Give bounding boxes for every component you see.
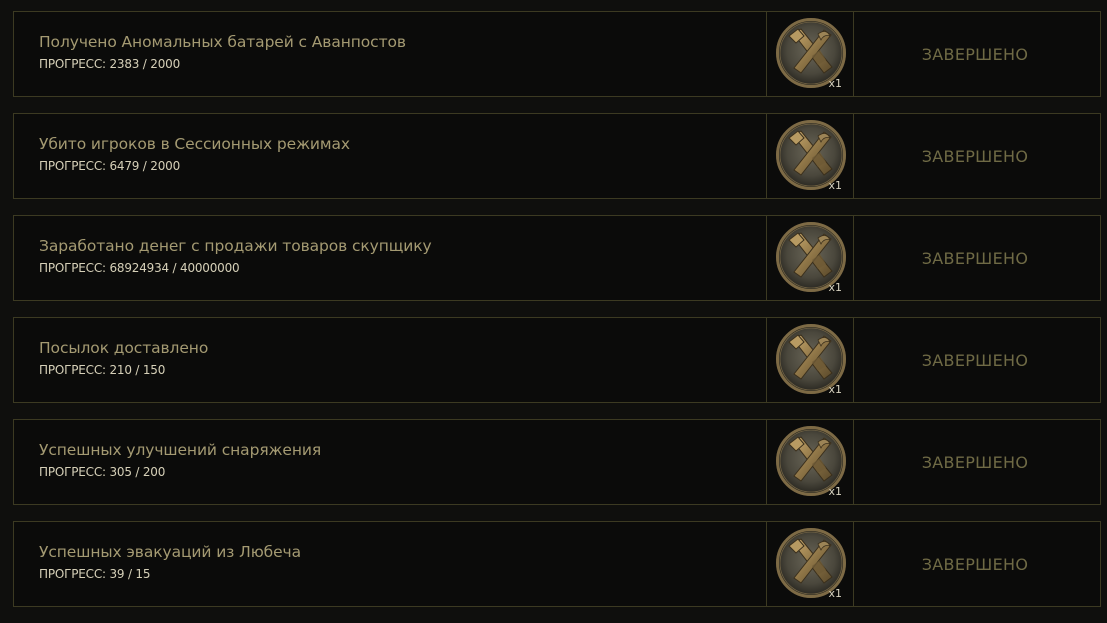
reward-slot[interactable]: x1 (767, 216, 854, 300)
reward-slot[interactable]: x1 (767, 318, 854, 402)
achievement-info: Посылок доставлено ПРОГРЕСС: 210 / 150 (14, 318, 767, 402)
achievement-progress: ПРОГРЕСС: 6479 / 2000 (39, 159, 181, 173)
achievement-row-1: Получено Аномальных батарей с Аванпостов… (13, 11, 1101, 97)
reward-quantity: x1 (828, 77, 842, 90)
achievement-progress: ПРОГРЕСС: 210 / 150 (39, 363, 166, 377)
reward-quantity: x1 (828, 587, 842, 600)
achievement-row-4: Посылок доставлено ПРОГРЕСС: 210 / 150 x… (13, 317, 1101, 403)
reward-slot[interactable]: x1 (767, 12, 854, 96)
achievements-list: Получено Аномальных батарей с Аванпостов… (13, 11, 1101, 623)
achievement-title: Заработано денег с продажи товаров скупщ… (39, 237, 432, 255)
reward-quantity: x1 (828, 485, 842, 498)
achievement-row-2: Убито игроков в Сессионных режимах ПРОГР… (13, 113, 1101, 199)
achievement-row-3: Заработано денег с продажи товаров скупщ… (13, 215, 1101, 301)
achievement-title: Успешных улучшений снаряжения (39, 441, 322, 459)
achievement-title: Убито игроков в Сессионных режимах (39, 135, 350, 153)
achievement-title: Успешных эвакуаций из Любеча (39, 543, 301, 561)
reward-slot[interactable]: x1 (767, 420, 854, 504)
status-completed: ЗАВЕРШЕНО (921, 452, 1029, 472)
achievement-row-5: Успешных улучшений снаряжения ПРОГРЕСС: … (13, 419, 1101, 505)
status-completed: ЗАВЕРШЕНО (921, 350, 1029, 370)
achievement-progress: ПРОГРЕСС: 68924934 / 40000000 (39, 261, 240, 275)
achievement-info: Успешных улучшений снаряжения ПРОГРЕСС: … (14, 420, 767, 504)
achievement-progress: ПРОГРЕСС: 2383 / 2000 (39, 57, 181, 71)
reward-quantity: x1 (828, 281, 842, 294)
achievement-info: Успешных эвакуаций из Любеча ПРОГРЕСС: 3… (14, 522, 767, 606)
achievement-progress: ПРОГРЕСС: 39 / 15 (39, 567, 151, 581)
achievement-title: Получено Аномальных батарей с Аванпостов (39, 33, 406, 51)
achievement-info: Получено Аномальных батарей с Аванпостов… (14, 12, 767, 96)
reward-slot[interactable]: x1 (767, 114, 854, 198)
reward-slot[interactable]: x1 (767, 522, 854, 606)
reward-quantity: x1 (828, 383, 842, 396)
achievement-info: Заработано денег с продажи товаров скупщ… (14, 216, 767, 300)
achievement-title: Посылок доставлено (39, 339, 209, 357)
status-completed: ЗАВЕРШЕНО (921, 248, 1029, 268)
achievement-row-6: Успешных эвакуаций из Любеча ПРОГРЕСС: 3… (13, 521, 1101, 607)
status-completed: ЗАВЕРШЕНО (921, 44, 1029, 64)
reward-quantity: x1 (828, 179, 842, 192)
status-completed: ЗАВЕРШЕНО (921, 554, 1029, 574)
status-completed: ЗАВЕРШЕНО (921, 146, 1029, 166)
achievement-progress: ПРОГРЕСС: 305 / 200 (39, 465, 166, 479)
achievement-info: Убито игроков в Сессионных режимах ПРОГР… (14, 114, 767, 198)
